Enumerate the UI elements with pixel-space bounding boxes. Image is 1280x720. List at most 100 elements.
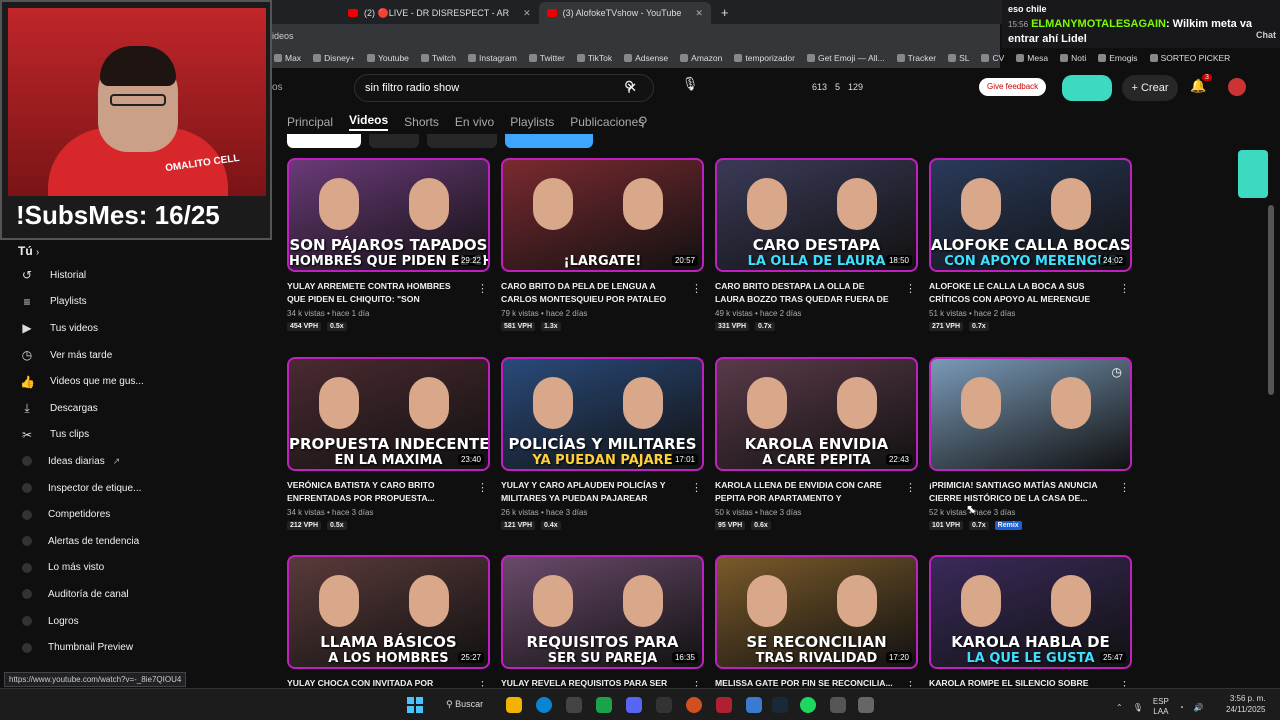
sidebar-item[interactable]: Competidores bbox=[0, 501, 270, 528]
browser-tab-active[interactable]: (3) AlofokeTVshow - YouTube ✕ bbox=[538, 2, 711, 24]
tab-publicaciones[interactable]: Publicaciones bbox=[570, 115, 644, 129]
mic-tray-icon[interactable]: 🎙 bbox=[1133, 703, 1143, 712]
tab-shorts[interactable]: Shorts bbox=[404, 115, 439, 129]
tab-principal[interactable]: Principal bbox=[287, 115, 333, 129]
video-title[interactable]: VERÓNICA BATISTA Y CARO BRITO ENFRENTADA… bbox=[287, 479, 467, 505]
taskbar-search[interactable]: ⚲ Buscar bbox=[446, 699, 483, 710]
watch-later-icon[interactable]: ◷ bbox=[1112, 365, 1122, 379]
video-thumbnail[interactable]: LLAMA BÁSICOS A LOS HOMBRES 25:27 bbox=[287, 555, 490, 669]
bookmark-item[interactable]: Instagram bbox=[468, 53, 517, 63]
video-card[interactable]: ALOFOKE CALLA BOCAS CON APOYO MERENGUE 24:… bbox=[929, 158, 1132, 331]
app-icon[interactable] bbox=[858, 697, 874, 713]
video-title[interactable]: YULAY ARREMETE CONTRA HOMBRES QUE PIDEN … bbox=[287, 280, 467, 306]
edge-icon[interactable] bbox=[536, 697, 552, 713]
search-icon[interactable]: ⚲ bbox=[624, 78, 634, 95]
bookmark-item[interactable]: Tracker bbox=[896, 53, 936, 63]
bookmark-item[interactable]: Amazon bbox=[680, 53, 722, 63]
chat-label[interactable]: Chat bbox=[1256, 28, 1276, 43]
taskbar-clock[interactable]: 3:56 p. m. 24/11/2025 bbox=[1226, 693, 1265, 715]
bookmark-item[interactable]: Max bbox=[274, 53, 301, 63]
bookmark-item[interactable]: Get Emoji — All... bbox=[806, 53, 885, 63]
app-icon[interactable] bbox=[746, 697, 762, 713]
more-options-icon[interactable]: ⋮ bbox=[691, 282, 702, 295]
video-card[interactable]: CARO DESTAPA LA OLLA DE LAURA 18:50 CARO BR… bbox=[715, 158, 918, 331]
filter-chip[interactable] bbox=[369, 134, 419, 148]
video-title[interactable]: YULAY Y CARO APLAUDEN POLICÍAS Y MILITAR… bbox=[501, 479, 681, 505]
filter-chip[interactable] bbox=[505, 134, 593, 148]
sidebar-item[interactable]: Auditoría de canal bbox=[0, 581, 270, 608]
sidebar-item[interactable]: 👍 Videos que me gus... bbox=[0, 368, 270, 395]
app-icon[interactable] bbox=[686, 697, 702, 713]
wifi-icon[interactable]: ◔ bbox=[1179, 703, 1184, 712]
video-card[interactable]: KAROLA HABLA DE LA QUE LE GUSTA 25:47 KAROL… bbox=[929, 555, 1132, 703]
extension-side-button[interactable] bbox=[1238, 150, 1268, 198]
app-icon[interactable] bbox=[716, 697, 732, 713]
mic-icon[interactable]: 🎙 bbox=[680, 76, 700, 96]
windows-start-icon[interactable] bbox=[407, 697, 423, 713]
sidebar-item[interactable]: ↺ Historial bbox=[0, 262, 270, 289]
discord-icon[interactable] bbox=[626, 697, 642, 713]
video-card[interactable]: REQUISITOS PARA SER SU PAREJA 16:35 YULAY R… bbox=[501, 555, 704, 703]
video-thumbnail[interactable]: PROPUESTA INDECENTE EN LA MAXIMA 23:40 bbox=[287, 357, 490, 471]
video-thumbnail[interactable]: SE RECONCILIAN TRAS RIVALIDAD 17:20 bbox=[715, 555, 918, 669]
video-card[interactable]: LLAMA BÁSICOS A LOS HOMBRES 25:27 YULAY CHO… bbox=[287, 555, 490, 703]
steam-icon[interactable] bbox=[772, 697, 788, 713]
create-button[interactable]: + Crear bbox=[1122, 75, 1178, 101]
video-thumbnail[interactable]: POLICÍAS Y MILITARES YA PUEDAN PAJARE 17:0… bbox=[501, 357, 704, 471]
extension-menu-button[interactable] bbox=[1062, 75, 1112, 101]
sidebar-item[interactable]: ⤓ Descargas bbox=[0, 395, 270, 422]
bookmark-item[interactable]: Mesa bbox=[1016, 53, 1048, 63]
filter-chip[interactable] bbox=[427, 134, 497, 148]
video-card[interactable]: KAROLA ENVIDIA A CARE PEPITA 22:43 KAROLA L… bbox=[715, 357, 918, 530]
bookmark-item[interactable]: SL bbox=[948, 53, 969, 63]
video-thumbnail[interactable]: REQUISITOS PARA SER SU PAREJA 16:35 bbox=[501, 555, 704, 669]
more-options-icon[interactable]: ⋮ bbox=[905, 481, 916, 494]
video-thumbnail[interactable]: SON PÁJAROS TAPADOSHOMBRES QUE PIDEN EL … bbox=[287, 158, 490, 272]
video-card[interactable]: SON PÁJAROS TAPADOSHOMBRES QUE PIDEN EL … bbox=[287, 158, 490, 331]
more-options-icon[interactable]: ⋮ bbox=[1119, 282, 1130, 295]
sidebar-item[interactable]: Alertas de tendencia bbox=[0, 528, 270, 555]
bookmark-item[interactable]: Noti bbox=[1060, 53, 1086, 63]
sidebar-item[interactable]: Ideas diarias ↗ bbox=[0, 448, 270, 475]
video-card[interactable]: SE RECONCILIAN TRAS RIVALIDAD 17:20 MELISSA… bbox=[715, 555, 918, 703]
sidebar-item[interactable]: ◷ Ver más tarde bbox=[0, 342, 270, 369]
video-card[interactable]: PROPUESTA INDECENTE EN LA MAXIMA 23:40 VERÓ… bbox=[287, 357, 490, 530]
bookmark-item[interactable]: Youtube bbox=[367, 53, 409, 63]
more-options-icon[interactable]: ⋮ bbox=[477, 282, 488, 295]
bookmark-item[interactable]: Twitter bbox=[528, 53, 565, 63]
more-options-icon[interactable]: ⋮ bbox=[905, 282, 916, 295]
more-options-icon[interactable]: ⋮ bbox=[1119, 481, 1130, 494]
close-tab-icon[interactable]: ✕ bbox=[523, 8, 531, 19]
video-card[interactable]: ¡LARGATE! 20:57 CARO BRITO DA PELA DE LENG… bbox=[501, 158, 704, 331]
bookmark-item[interactable]: temporizador bbox=[734, 53, 795, 63]
sidebar-item[interactable]: Inspector de etique... bbox=[0, 475, 270, 502]
bookmark-item[interactable]: Emogis bbox=[1098, 53, 1138, 63]
bookmark-item[interactable]: Twitch bbox=[420, 53, 456, 63]
video-title[interactable]: CARO BRITO DA PELA DE LENGUA A CARLOS MO… bbox=[501, 280, 681, 306]
sidebar-heading[interactable]: Tú › bbox=[0, 240, 270, 262]
app-icon[interactable] bbox=[566, 697, 582, 713]
volume-icon[interactable]: 🔊 bbox=[1194, 703, 1204, 712]
file-explorer-icon[interactable] bbox=[506, 697, 522, 713]
video-thumbnail[interactable]: ALOFOKE CALLA BOCAS CON APOYO MERENGUE 24:… bbox=[929, 158, 1132, 272]
bookmark-item[interactable]: SORTEO PICKER bbox=[1149, 53, 1230, 63]
remix-badge[interactable]: Remix bbox=[994, 521, 1022, 530]
tab-videos[interactable]: Videos bbox=[349, 113, 389, 131]
sidebar-item[interactable]: ✂ Tus clips bbox=[0, 422, 270, 449]
filter-chip[interactable] bbox=[287, 134, 361, 148]
bookmark-item[interactable]: TikTok bbox=[576, 53, 612, 63]
give-feedback-button[interactable]: Give feedback bbox=[979, 78, 1047, 96]
spotify-icon[interactable] bbox=[800, 697, 816, 713]
epic-games-icon[interactable] bbox=[656, 697, 672, 713]
video-title[interactable]: ALOFOKE LE CALLA LA BOCA A SUS CRÍTICOS … bbox=[929, 280, 1109, 306]
more-options-icon[interactable]: ⋮ bbox=[477, 481, 488, 494]
video-card[interactable]: ◷ ¡PRIMICIA! SANTIAGO MATÍAS ANUNCIA CIER… bbox=[929, 357, 1132, 530]
more-options-icon[interactable]: ⋮ bbox=[691, 481, 702, 494]
chevron-up-icon[interactable]: ⌃ bbox=[1116, 703, 1123, 712]
bookmark-item[interactable]: CV bbox=[981, 53, 1004, 63]
avatar[interactable] bbox=[1228, 78, 1246, 96]
sidebar-item[interactable]: Lo más visto bbox=[0, 555, 270, 582]
scrollbar[interactable] bbox=[1268, 205, 1274, 395]
app-icon[interactable] bbox=[596, 697, 612, 713]
search-input[interactable]: sin filtro radio show ✕ bbox=[354, 74, 654, 102]
